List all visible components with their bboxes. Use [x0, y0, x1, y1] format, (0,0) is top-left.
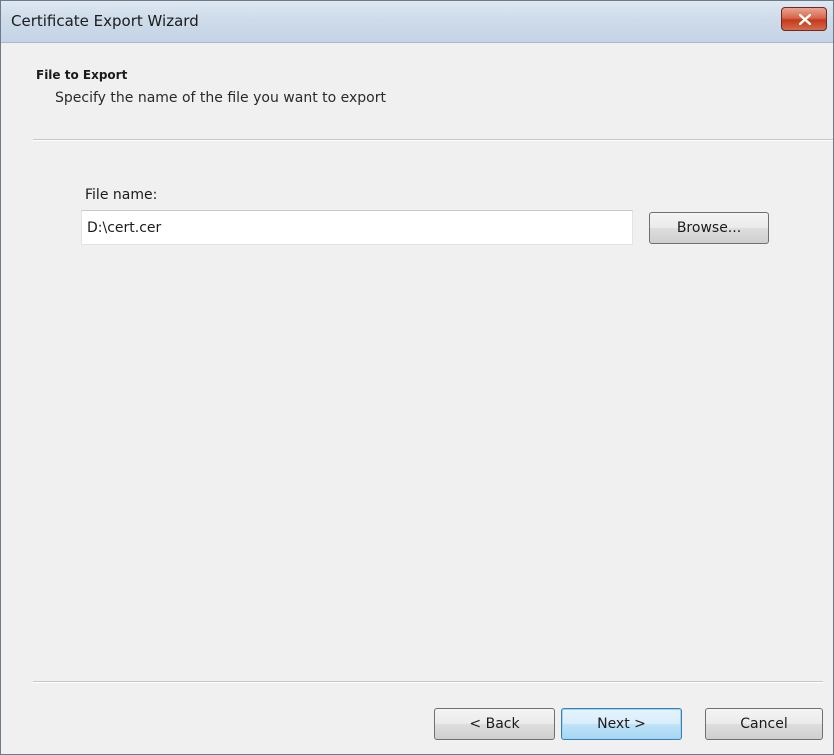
footer-divider [33, 681, 823, 683]
browse-button[interactable]: Browse... [649, 212, 769, 244]
cancel-button[interactable]: Cancel [705, 708, 823, 740]
back-button[interactable]: < Back [434, 708, 555, 740]
page-title: File to Export [36, 68, 128, 82]
title-bar: Certificate Export Wizard [1, 1, 833, 43]
page-subtitle: Specify the name of the file you want to… [55, 90, 386, 106]
next-button[interactable]: Next > [561, 708, 682, 740]
header-divider [33, 139, 833, 141]
window-title: Certificate Export Wizard [11, 12, 199, 30]
close-icon [799, 14, 811, 25]
close-button[interactable] [781, 7, 827, 31]
file-name-label: File name: [85, 187, 158, 203]
wizard-window: Certificate Export Wizard File to Export… [0, 0, 834, 755]
file-name-input[interactable] [81, 210, 633, 245]
